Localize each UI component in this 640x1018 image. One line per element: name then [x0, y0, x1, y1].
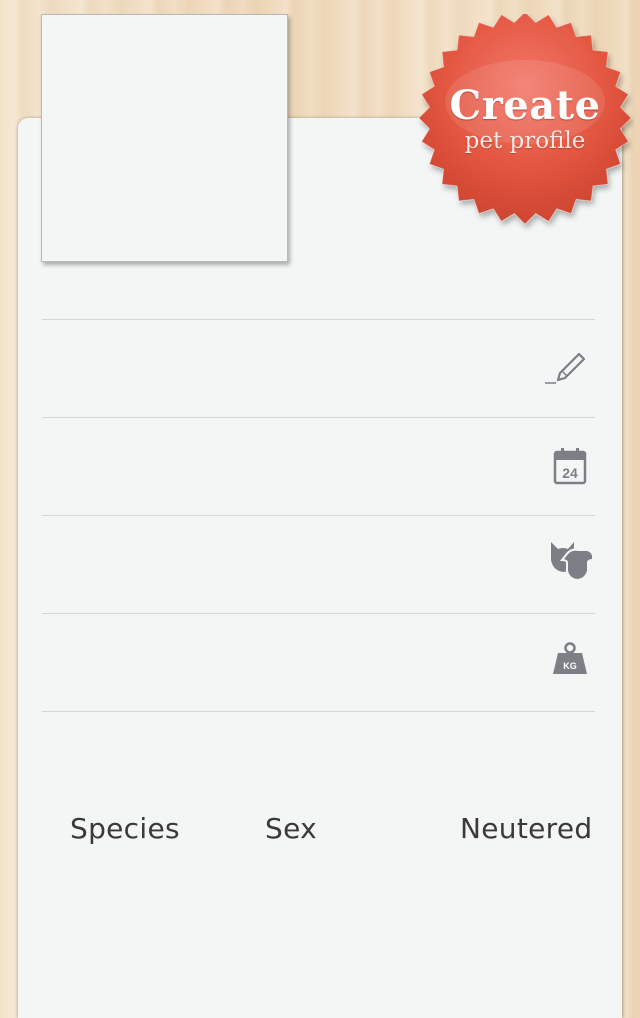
weight-unit: KG	[563, 661, 577, 671]
name-field[interactable]	[42, 320, 595, 417]
species-label[interactable]: Species	[70, 812, 180, 845]
divider	[42, 711, 595, 712]
neutered-label[interactable]: Neutered	[460, 812, 592, 845]
weight-field[interactable]: KG	[42, 614, 595, 711]
create-pet-profile-badge: Create pet profile	[416, 14, 634, 232]
breed-field[interactable]	[42, 516, 595, 613]
weight-icon: KG	[553, 642, 587, 674]
pencil-icon	[545, 352, 586, 384]
sex-label[interactable]: Sex	[265, 812, 317, 845]
cat-dog-icon	[551, 542, 594, 582]
badge-subtitle: pet profile	[464, 128, 586, 154]
calendar-day: 24	[562, 465, 578, 481]
calendar-icon: 24	[553, 448, 587, 485]
birthday-field[interactable]: 24	[42, 418, 595, 515]
pet-photo-placeholder[interactable]	[41, 14, 288, 262]
badge-title: Create	[449, 82, 601, 129]
